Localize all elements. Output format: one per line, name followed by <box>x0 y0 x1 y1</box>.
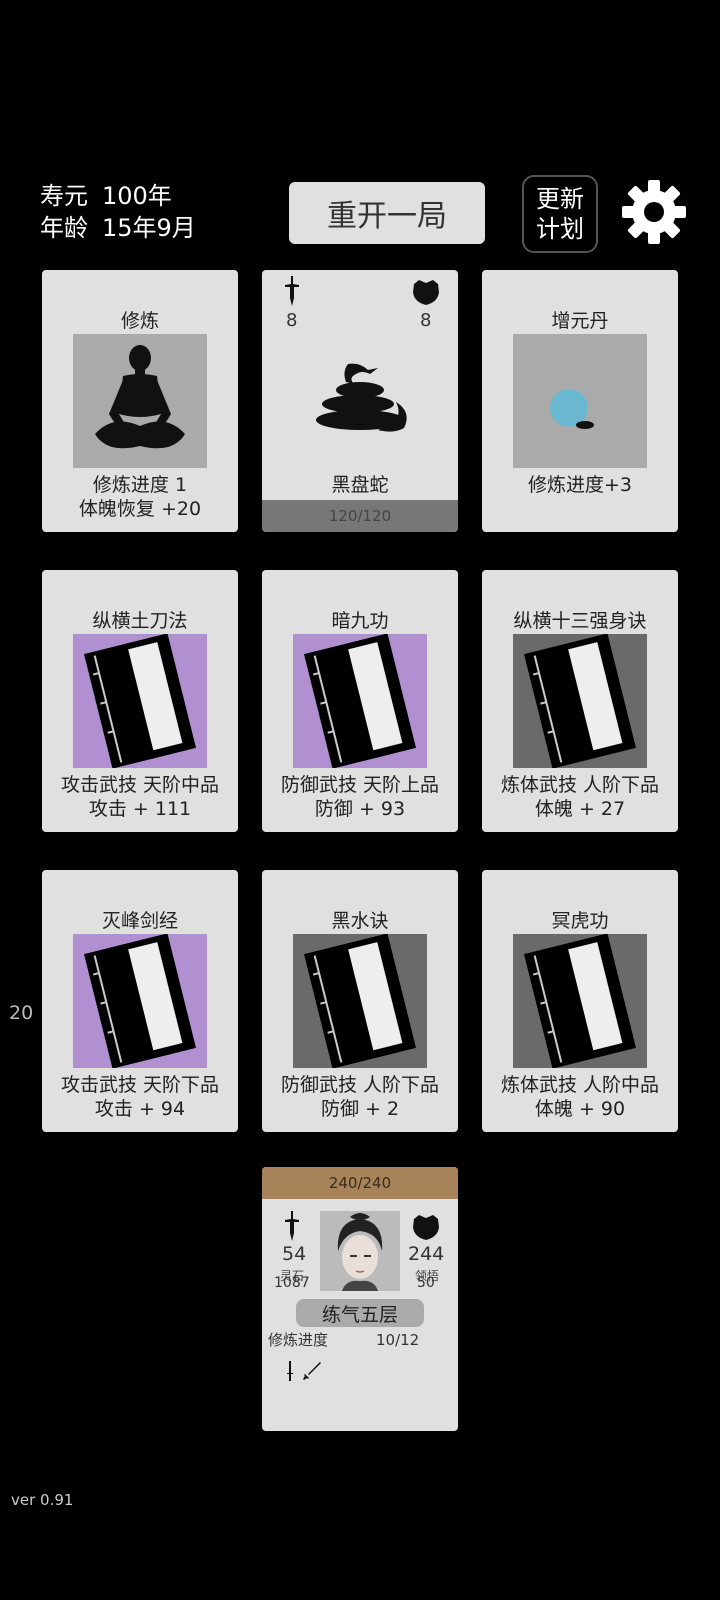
card-line-1: 炼体武技 人阶下品 <box>500 774 660 796</box>
card-line-1: 防御武技 人阶下品 <box>280 1074 440 1096</box>
card-line-2: 体魄恢复 +20 <box>78 498 202 520</box>
book-icon <box>513 934 647 1068</box>
book-icon <box>73 934 207 1068</box>
realm-badge: 练气五层 <box>296 1299 424 1327</box>
progress-value: 10/12 <box>376 1331 420 1349</box>
update-label-1: 更新 <box>536 185 584 213</box>
technique-card-1[interactable]: 纵横土刀法 攻击武技 天阶中品 攻击 + 111 <box>42 570 238 832</box>
lifespan-label: 寿元 <box>40 182 88 210</box>
lifespan-stat: 寿元 100年 <box>40 176 186 211</box>
enemy-name: 黑盘蛇 <box>331 474 389 496</box>
technique-card-5[interactable]: 黑水诀 防御武技 人阶下品 防御 + 2 <box>262 870 458 1132</box>
shield-icon <box>413 280 439 305</box>
card-line-2: 防御 + 2 <box>320 1098 400 1120</box>
insight-value: 50 <box>417 1275 435 1291</box>
card-title: 修炼 <box>120 310 159 332</box>
card-line-2: 体魄 + 27 <box>534 798 626 820</box>
technique-card-4[interactable]: 灭峰剑经 攻击武技 天阶下品 攻击 + 94 <box>42 870 238 1132</box>
player-attack: 54 <box>282 1243 307 1265</box>
gear-icon[interactable] <box>622 180 686 244</box>
side-counter: 20 <box>9 1002 34 1024</box>
enemy-hp-bar: 120/120 <box>262 500 458 532</box>
card-title: 暗九功 <box>331 610 389 632</box>
avatar <box>320 1211 400 1291</box>
enemy-card[interactable]: 8 8 黑盘蛇 120/120 <box>262 270 458 532</box>
dagger-icon[interactable] <box>284 1361 296 1381</box>
lifespan-value: 100年 <box>102 182 172 210</box>
card-line-2: 攻击 + 94 <box>94 1098 186 1120</box>
card-title: 纵横十三强身诀 <box>513 610 647 632</box>
cultivate-card[interactable]: 修炼 修炼进度 1 体魄恢复 +20 <box>42 270 238 532</box>
technique-card-2[interactable]: 暗九功 防御武技 天阶上品 防御 + 93 <box>262 570 458 832</box>
card-line-1: 炼体武技 人阶中品 <box>500 1074 660 1096</box>
card-line-1: 攻击武技 天阶下品 <box>60 1074 220 1096</box>
update-plan-button[interactable]: 更新 计划 <box>522 175 598 253</box>
age-label: 年龄 <box>40 214 88 242</box>
player-card[interactable]: 240/240 54 灵石 1087 244 领悟 50 练气五层 修炼进度 1… <box>262 1167 458 1431</box>
meditation-icon <box>73 334 207 468</box>
age-value: 15年9月 <box>102 214 196 242</box>
progress-label: 修炼进度 <box>268 1331 329 1349</box>
technique-card-6[interactable]: 冥虎功 炼体武技 人阶中品 体魄 + 90 <box>482 870 678 1132</box>
sword-icon <box>285 276 299 306</box>
card-line-2: 攻击 + 111 <box>88 798 192 820</box>
book-icon <box>73 634 207 768</box>
update-label-2: 计划 <box>536 215 584 243</box>
card-title: 灭峰剑经 <box>101 910 178 932</box>
player-defense: 244 <box>408 1243 445 1265</box>
shield-icon <box>413 1215 439 1240</box>
card-title: 增元丹 <box>551 310 609 332</box>
snake-icon <box>316 363 407 432</box>
pill-icon <box>513 334 647 468</box>
sword-weapon-icon[interactable] <box>302 1361 322 1381</box>
book-icon <box>293 934 427 1068</box>
card-line-1: 修炼进度 1 <box>92 474 188 496</box>
card-title: 黑水诀 <box>331 910 389 932</box>
card-line-2: 体魄 + 90 <box>534 1098 626 1120</box>
player-hp-bar: 240/240 <box>262 1167 458 1199</box>
card-line-1: 防御武技 天阶上品 <box>280 774 440 796</box>
age-stat: 年龄 15年9月 <box>40 208 210 243</box>
pill-card[interactable]: 增元丹 修炼进度+3 <box>482 270 678 532</box>
spirit-stone-value: 1087 <box>274 1275 310 1291</box>
card-line-2: 防御 + 93 <box>314 798 406 820</box>
version-label: ver 0.91 <box>11 1491 74 1509</box>
card-line-1: 修炼进度+3 <box>527 474 632 496</box>
book-icon <box>293 634 427 768</box>
book-icon <box>513 634 647 768</box>
card-title: 纵横土刀法 <box>92 610 188 632</box>
card-line-1: 攻击武技 天阶中品 <box>60 774 220 796</box>
technique-card-3[interactable]: 纵横十三强身诀 炼体武技 人阶下品 体魄 + 27 <box>482 570 678 832</box>
enemy-defense: 8 <box>420 310 432 331</box>
sword-icon <box>285 1211 299 1241</box>
enemy-attack: 8 <box>286 310 298 331</box>
restart-button[interactable]: 重开一局 <box>289 182 485 244</box>
card-title: 冥虎功 <box>551 910 609 932</box>
